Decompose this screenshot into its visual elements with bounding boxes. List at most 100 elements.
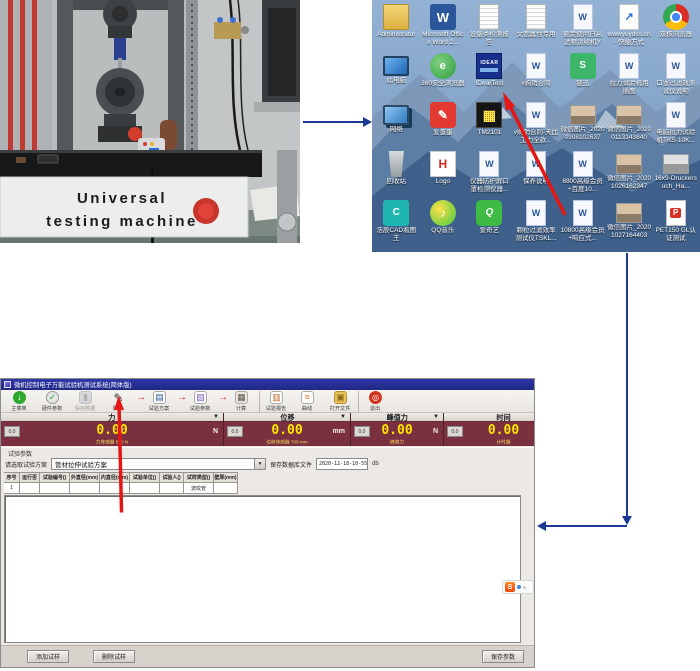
toolbar-button[interactable]: ↓ 主菜单	[4, 391, 35, 413]
desktop-icon-image: e	[430, 53, 456, 79]
save-parameters-button[interactable]: 保存参数	[482, 650, 524, 663]
toolbar-button[interactable]: ▮ 保存数据	[70, 391, 101, 413]
desktop-icon-label: 保养说明	[513, 178, 558, 195]
panel-header: 时间	[444, 413, 535, 422]
table-header-cell: 内直径(mm)	[100, 472, 130, 483]
table-cell[interactable]: 波纹管	[184, 483, 214, 494]
desktop-icon[interactable]: IDEAR IDearTest	[466, 52, 513, 101]
chevron-down-icon[interactable]: ▼	[213, 414, 219, 420]
measurement-panels: 力 ▼ 0.0 0.00 N 力传感器 500 N 位移 ▼	[1, 413, 534, 446]
scheme-dropdown[interactable]: 管材拉伸试验方案 ▼	[51, 458, 266, 470]
toolbar-button[interactable]: ▤ 试验方案	[144, 391, 175, 413]
desktop-icon[interactable]: 微信图片_20200908102637	[559, 101, 606, 150]
table-cell[interactable]: 1	[4, 483, 20, 494]
toolbar-button[interactable]: ✎ 联机	[103, 391, 134, 413]
desktop-icon-label: 此电脑	[374, 77, 419, 94]
specimen-list-area[interactable]	[4, 495, 521, 643]
desktop-icon[interactable]: 微信图片_20201026162347	[606, 150, 653, 199]
desktop-icon[interactable]: W Microsoft Office Word 2...	[420, 3, 467, 52]
toolbar-button[interactable]: ▦ 计算	[226, 391, 257, 413]
desktop-icon[interactable]: e 360安全浏览器	[420, 52, 467, 101]
toolbar-button-label: 计算	[236, 404, 246, 412]
desktop-icon[interactable]: W 仪器防护屏口罩检测仪器...	[466, 150, 513, 199]
desktop-icon-image	[616, 105, 642, 125]
desktop-icon[interactable]: S 链迅	[559, 52, 606, 101]
toolbar-button-label: 退出	[370, 404, 380, 412]
desktop-icon[interactable]: W 10800高级会员+响应式...	[559, 199, 606, 248]
desktop-icon-label: 颗粒过滤效率测试仪TSKL...	[513, 227, 558, 244]
desktop-icon[interactable]: Administrator	[373, 3, 420, 52]
desktop-icon[interactable]: H Logo	[420, 150, 467, 199]
save-db-label: 保存数据库文件	[270, 460, 312, 469]
panel-title: 位移	[280, 412, 294, 422]
toolbar-button-icon: ▧	[194, 391, 207, 404]
desktop-icon-label: 拉力试验机用插图	[607, 80, 652, 97]
add-specimen-button[interactable]: 添加试样	[27, 650, 69, 663]
table-cell[interactable]	[160, 483, 184, 494]
toolbar-button[interactable]: ◎ 退出	[358, 391, 389, 413]
panel-title: 力	[108, 412, 115, 422]
db-filename-input[interactable]: 2020-12-18-10-55-28	[316, 458, 368, 470]
table-cell[interactable]	[40, 483, 70, 494]
desktop-icon[interactable]: W 保养说明	[513, 150, 560, 199]
toolbar-button[interactable]: ✓ 硬件参数	[37, 391, 68, 413]
desktop-icon[interactable]: W 口罩过滤效测试仪说明	[652, 52, 699, 101]
workflow-arrow-icon: →	[218, 391, 226, 405]
desktop-icon[interactable]: P PET150 GL认证测试	[652, 199, 699, 248]
desktop-icon-image: Q	[476, 200, 502, 226]
toolbar-button[interactable]: ▣ 打开文件	[325, 391, 356, 413]
desktop-icon[interactable]: 文管属性专用	[513, 3, 560, 52]
input-method-toolbar[interactable]: S	[502, 580, 534, 594]
desktop-icon-glyph: P	[670, 208, 681, 218]
desktop-icon[interactable]: W 电脑拉力试验机TKS-10K...	[652, 101, 699, 150]
delete-specimen-button[interactable]: 删除试样	[93, 650, 135, 663]
desktop-icon[interactable]: W 额定使用日高达租赁给机YM...	[559, 3, 606, 52]
desktop-icon-glyph: C	[393, 208, 400, 218]
arrow-desktop-down-line	[626, 253, 628, 517]
desktop-icon[interactable]: Q 爱奇艺	[466, 199, 513, 248]
desktop-icon[interactable]: 双核浏览器	[652, 3, 699, 52]
chevron-down-icon[interactable]: ▼	[433, 414, 439, 420]
desktop-icon[interactable]: ♪ QQ音乐	[420, 199, 467, 248]
desktop-icon[interactable]: 微信图片_20200113143840	[606, 101, 653, 150]
table-cell[interactable]	[70, 483, 100, 494]
desktop-icon[interactable]: 此电脑	[373, 52, 420, 101]
desktop-icon-glyph: W	[437, 11, 449, 24]
desktop-icon[interactable]: 设备类检测报告	[466, 3, 513, 52]
toolbar-button[interactable]: ▧ 试验参数	[185, 391, 216, 413]
desktop-icon[interactable]: 16x9-Druckersuch_Ha...	[652, 150, 699, 199]
sogou-icon[interactable]: S	[505, 582, 515, 592]
desktop-icon[interactable]: W 颗粒过滤效率测试仪TSKL...	[513, 199, 560, 248]
chevron-down-icon[interactable]: ▼	[340, 414, 346, 420]
desktop-icon[interactable]: ▦ TM2101	[466, 101, 513, 150]
dropdown-arrow-icon[interactable]: ▼	[254, 459, 265, 469]
desktop-icon[interactable]: W v购销合同-天比工力全款...	[513, 101, 560, 150]
desktop-icon-label: 双核浏览器	[653, 31, 698, 48]
desktop-icon-image: ↗	[619, 4, 639, 30]
toolbar-button[interactable]: ≈ 曲线	[292, 391, 323, 413]
desktop-icon-label: 微信图片_20201026162347	[607, 175, 652, 192]
desktop-icon[interactable]: W 8800高级会员+百度10...	[559, 150, 606, 199]
desktop-icon[interactable]: ↗ wwwyuydss.cn - 快捷方式	[606, 3, 653, 52]
toolbar-button-icon: ↓	[13, 391, 26, 404]
table-cell[interactable]	[20, 483, 40, 494]
desktop-icon[interactable]: 回收站	[373, 150, 420, 199]
app-icon	[4, 381, 11, 388]
desktop-icon[interactable]: C 浩辰CAD看图王	[373, 199, 420, 248]
desktop-icon[interactable]: 微信图片_20201027164403	[606, 199, 653, 248]
window-titlebar[interactable]: 微机控制电子万能试验机测试系统(简体版)	[1, 379, 534, 390]
desktop-icon[interactable]: 网络	[373, 101, 420, 150]
desktop-icon[interactable]: W v购销合同	[513, 52, 560, 101]
desktop-icon[interactable]: W 拉力试验机用插图	[606, 52, 653, 101]
toolbar-button-icon: ▤	[153, 391, 166, 404]
desktop-icon-glyph: Q	[486, 208, 494, 218]
panel-header: 峰值力 ▼	[351, 413, 443, 422]
table-cell[interactable]	[100, 483, 130, 494]
desktop-icon-image: W	[479, 151, 499, 177]
scheme-select-label: 请选取试验方案	[5, 460, 47, 469]
toolbar-button[interactable]: ▥ 试验报告	[259, 391, 290, 413]
table-cell[interactable]	[130, 483, 160, 494]
table-header-cell: 运行否	[20, 472, 40, 483]
desktop-icon[interactable]: ✎ 爱蛋蛋	[420, 101, 467, 150]
table-cell[interactable]	[214, 483, 238, 494]
